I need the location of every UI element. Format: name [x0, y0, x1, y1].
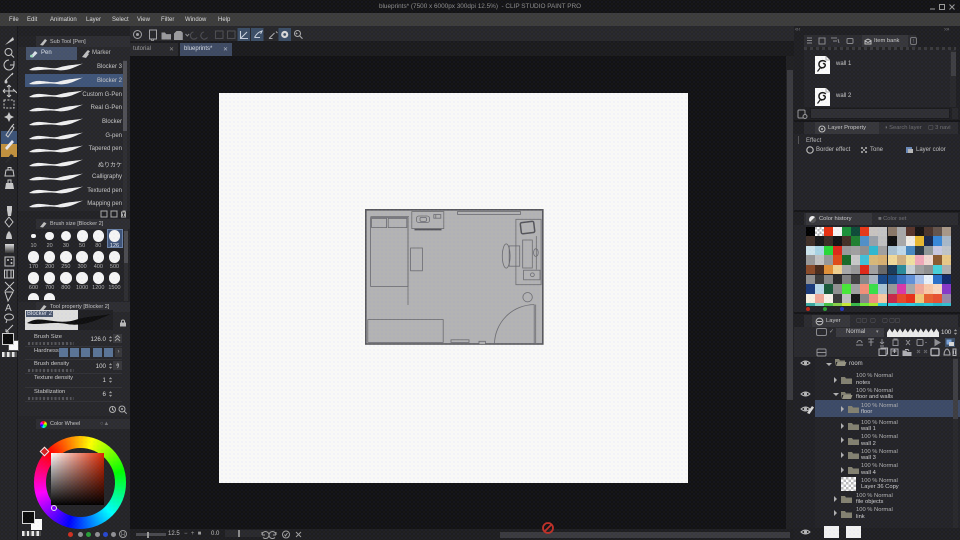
svg-text:A: A: [5, 303, 12, 314]
